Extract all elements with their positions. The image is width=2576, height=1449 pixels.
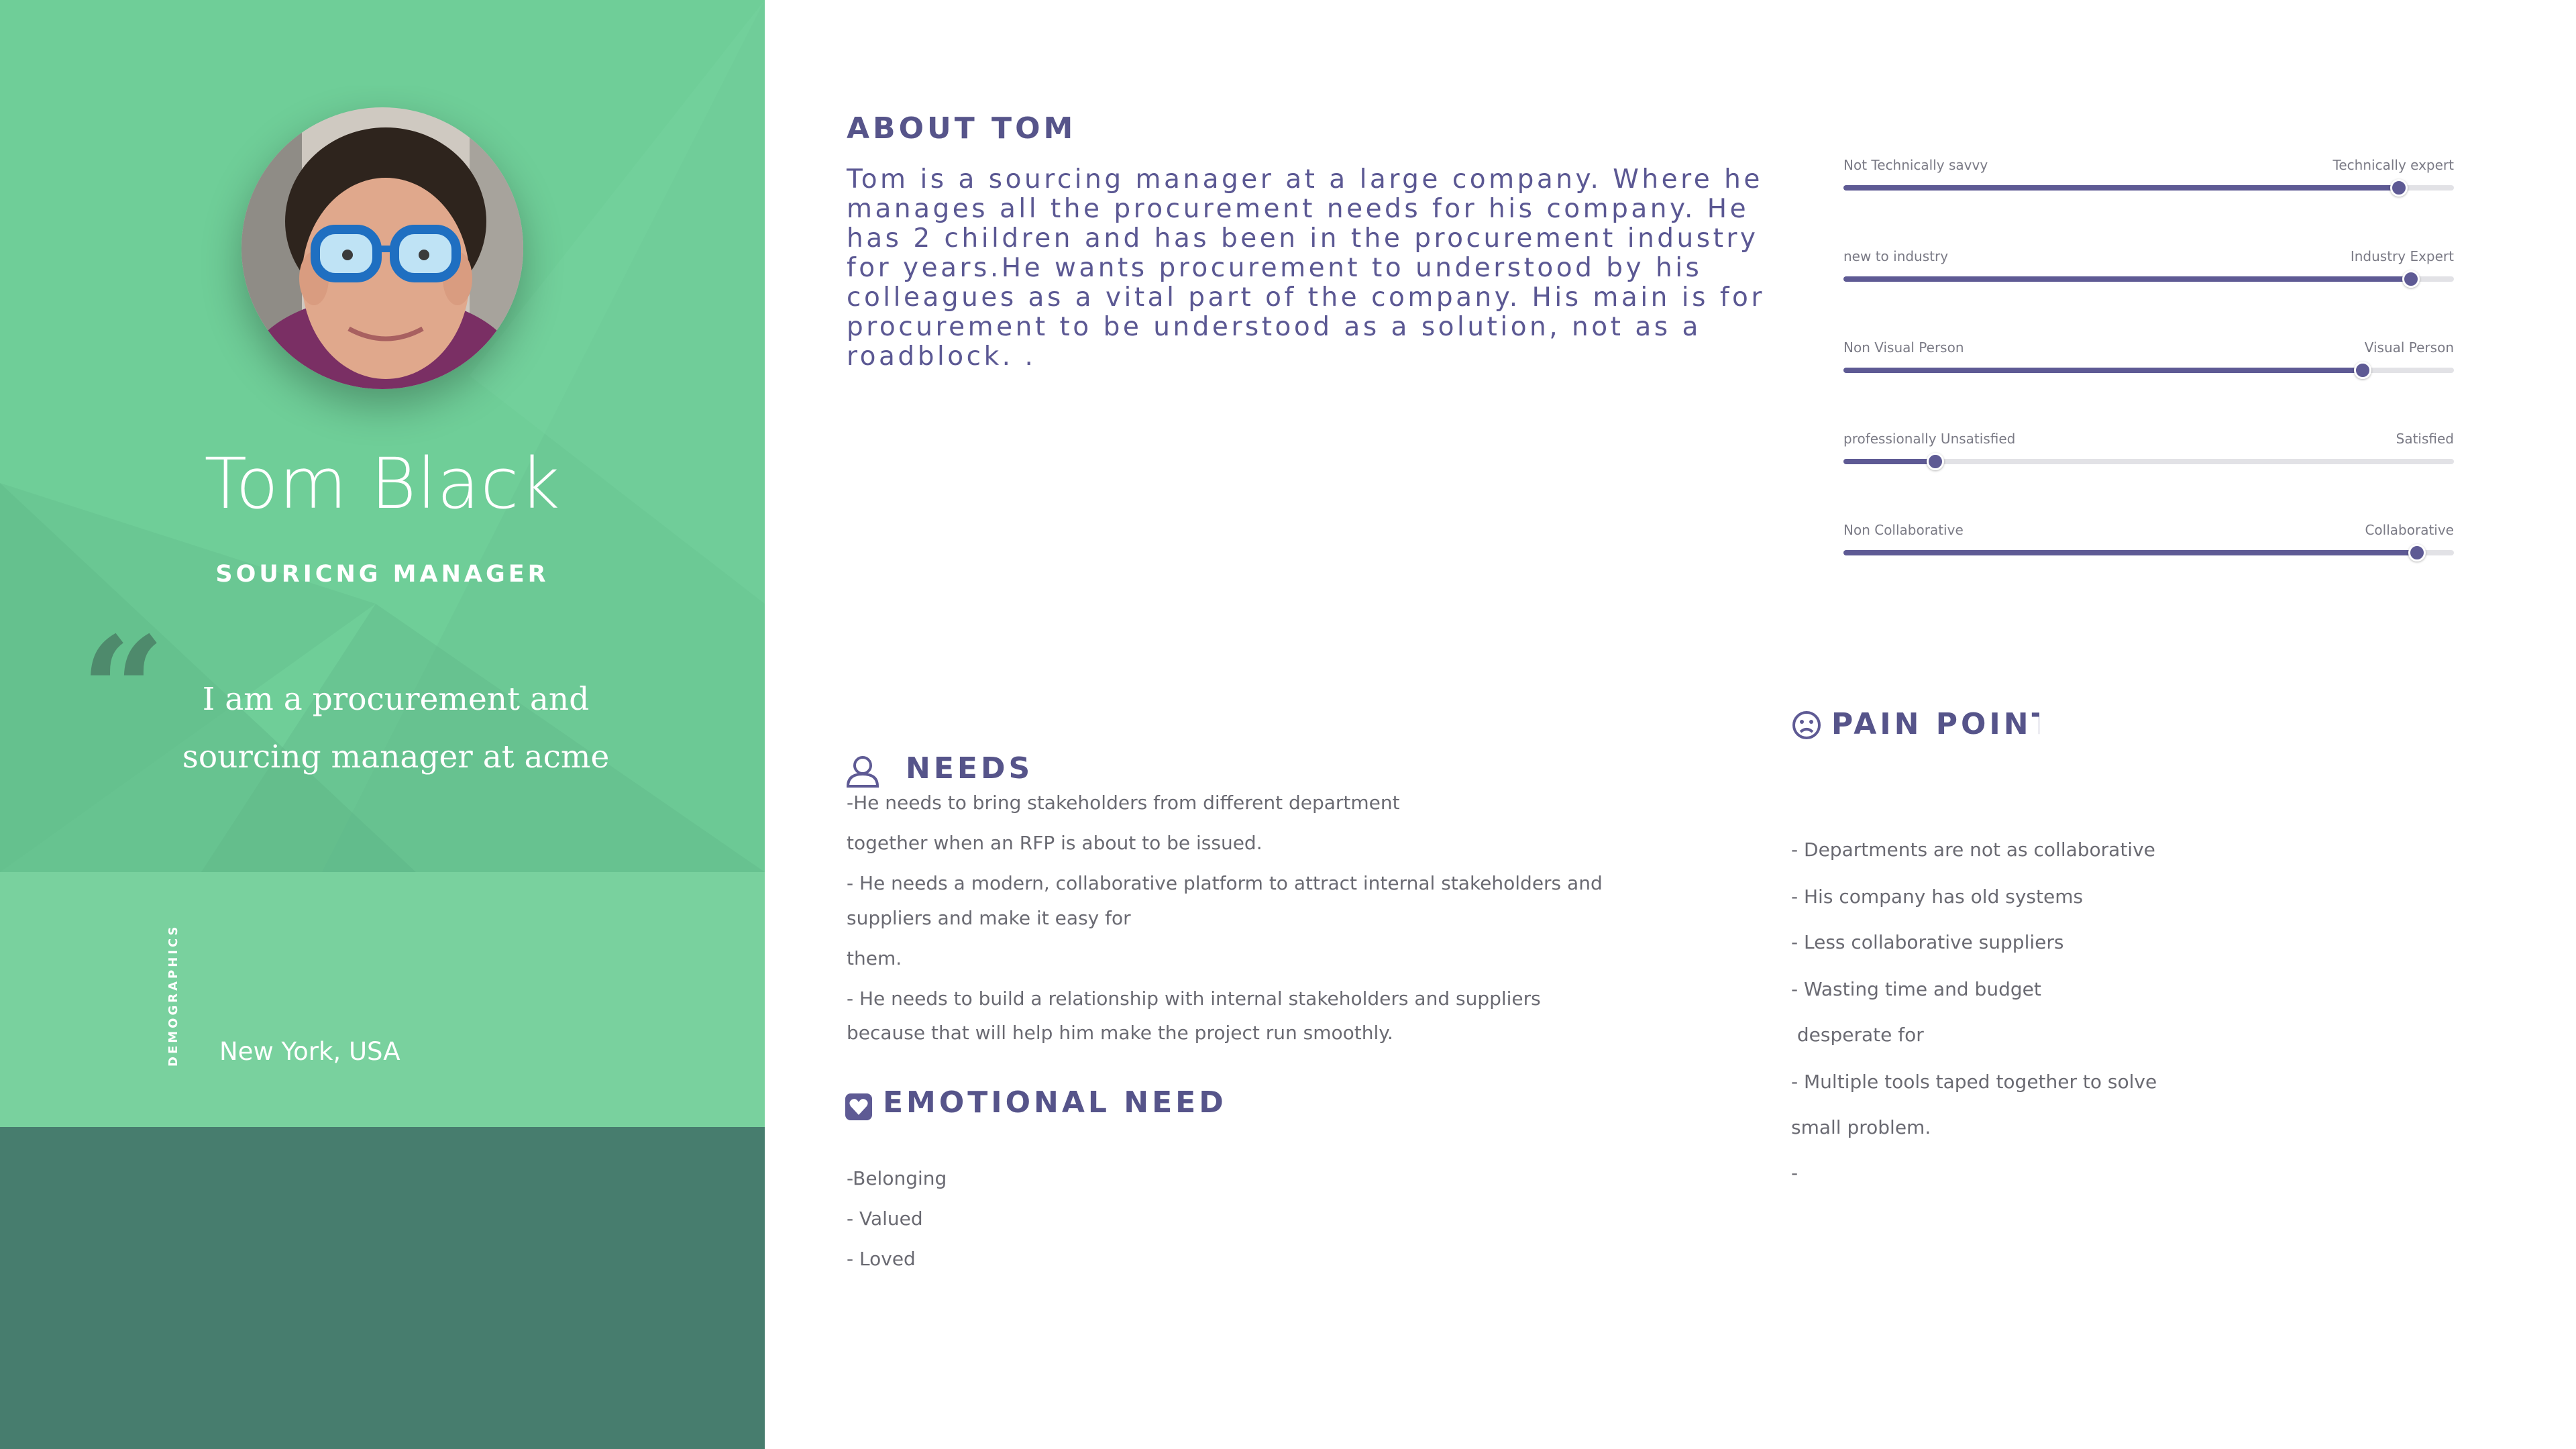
slider-track[interactable] [1843,270,2454,288]
list-item: -Belonging [847,1167,947,1189]
list-item: - Less collaborative suppliers [1791,931,2064,953]
slider-handle[interactable] [2390,179,2408,197]
heart-icon [845,1093,872,1120]
list-item: because that will help him make the proj… [847,1022,1393,1044]
avatar-photo [241,107,523,389]
slider-right-label: Technically expert [2332,157,2454,173]
avatar [241,107,523,389]
list-item: desperate for [1791,1024,1924,1046]
pain-points-heading: PAIN POINTS [1831,707,2039,747]
slider-fill [1843,368,2363,373]
list-item: - Departments are not as collaborative [1791,839,2155,861]
slider-handle[interactable] [2408,544,2426,561]
trait-slider[interactable]: Not Technically savvy Technically expert [1843,157,2454,197]
slider-track[interactable] [1843,179,2454,197]
slider-fill [1843,550,2418,555]
sidebar-footer-block [0,1127,765,1449]
list-item: - [1791,1162,1799,1184]
slider-left-label: Non Visual Person [1843,339,1964,356]
slider-fill [1843,185,2400,191]
persona-quote: I am a procurement and sourcing manager … [182,681,610,775]
slider-handle[interactable] [2402,270,2420,288]
list-item: - Wasting time and budget [1791,978,2041,1000]
slider-right-label: Satisfied [2396,431,2454,447]
sad-face-icon [1792,711,1821,739]
list-item: small problem. [1791,1116,1931,1138]
list-item: -He needs to bring stakeholders from dif… [847,792,1400,814]
list-item: suppliers and make it easy for [847,907,1131,929]
location-text: New York, USA [219,1037,400,1066]
persona-header-block: Tom Black SOURICNG MANAGER “ I am a proc… [0,0,765,872]
slider-track[interactable] [1843,453,2454,470]
persona-sidebar: Tom Black SOURICNG MANAGER “ I am a proc… [0,0,765,1449]
demographics-block [0,872,765,1127]
list-item: them. [847,947,902,969]
needs-title: NEEDS [906,751,1034,786]
about-title: ABOUT TOM [847,111,1077,146]
trait-slider[interactable]: professionally Unsatisfied Satisfied [1843,431,2454,471]
slider-right-label: Industry Expert [2350,248,2454,264]
list-item: - Multiple tools taped together to solve [1791,1071,2157,1093]
about-text: Tom is a sourcing manager at a large com… [847,164,1765,372]
list-item: - He needs a modern, collaborative platf… [847,872,1603,894]
slider-right-label: Visual Person [2364,339,2454,356]
slider-left-label: new to industry [1843,248,1949,264]
list-item: together when an RFP is about to be issu… [847,832,1263,854]
trait-slider[interactable]: Non Visual Person Visual Person [1843,339,2454,380]
slider-track[interactable] [1843,362,2454,379]
slider-handle[interactable] [1926,453,1944,470]
pain-points-title: PAIN POINTS [1831,707,2039,741]
list-item: - Valued [847,1208,923,1230]
slider-right-label: Collaborative [2365,522,2454,538]
emotional-need-title: EMOTIONAL NEED [883,1085,1227,1120]
list-item: - His company has old systems [1791,885,2084,908]
slider-left-label: Non Collaborative [1843,522,1964,538]
slider-left-label: professionally Unsatisfied [1843,431,2016,447]
slider-fill [1843,276,2412,282]
slider-left-label: Not Technically savvy [1843,157,1988,173]
persona-name: Tom Black [204,443,561,525]
slider-fill [1843,459,1935,464]
trait-slider[interactable]: Non Collaborative Collaborative [1843,522,2454,562]
trait-slider[interactable]: new to industry Industry Expert [1843,248,2454,288]
demographics-label: DEMOGRAPHICS [166,924,180,1067]
list-item: - Loved [847,1248,916,1270]
persona-role: SOURICNG MANAGER [215,561,549,588]
slider-track[interactable] [1843,544,2454,561]
list-item: - He needs to build a relationship with … [847,987,1541,1010]
slider-handle[interactable] [2353,362,2371,379]
user-icon [846,756,879,788]
